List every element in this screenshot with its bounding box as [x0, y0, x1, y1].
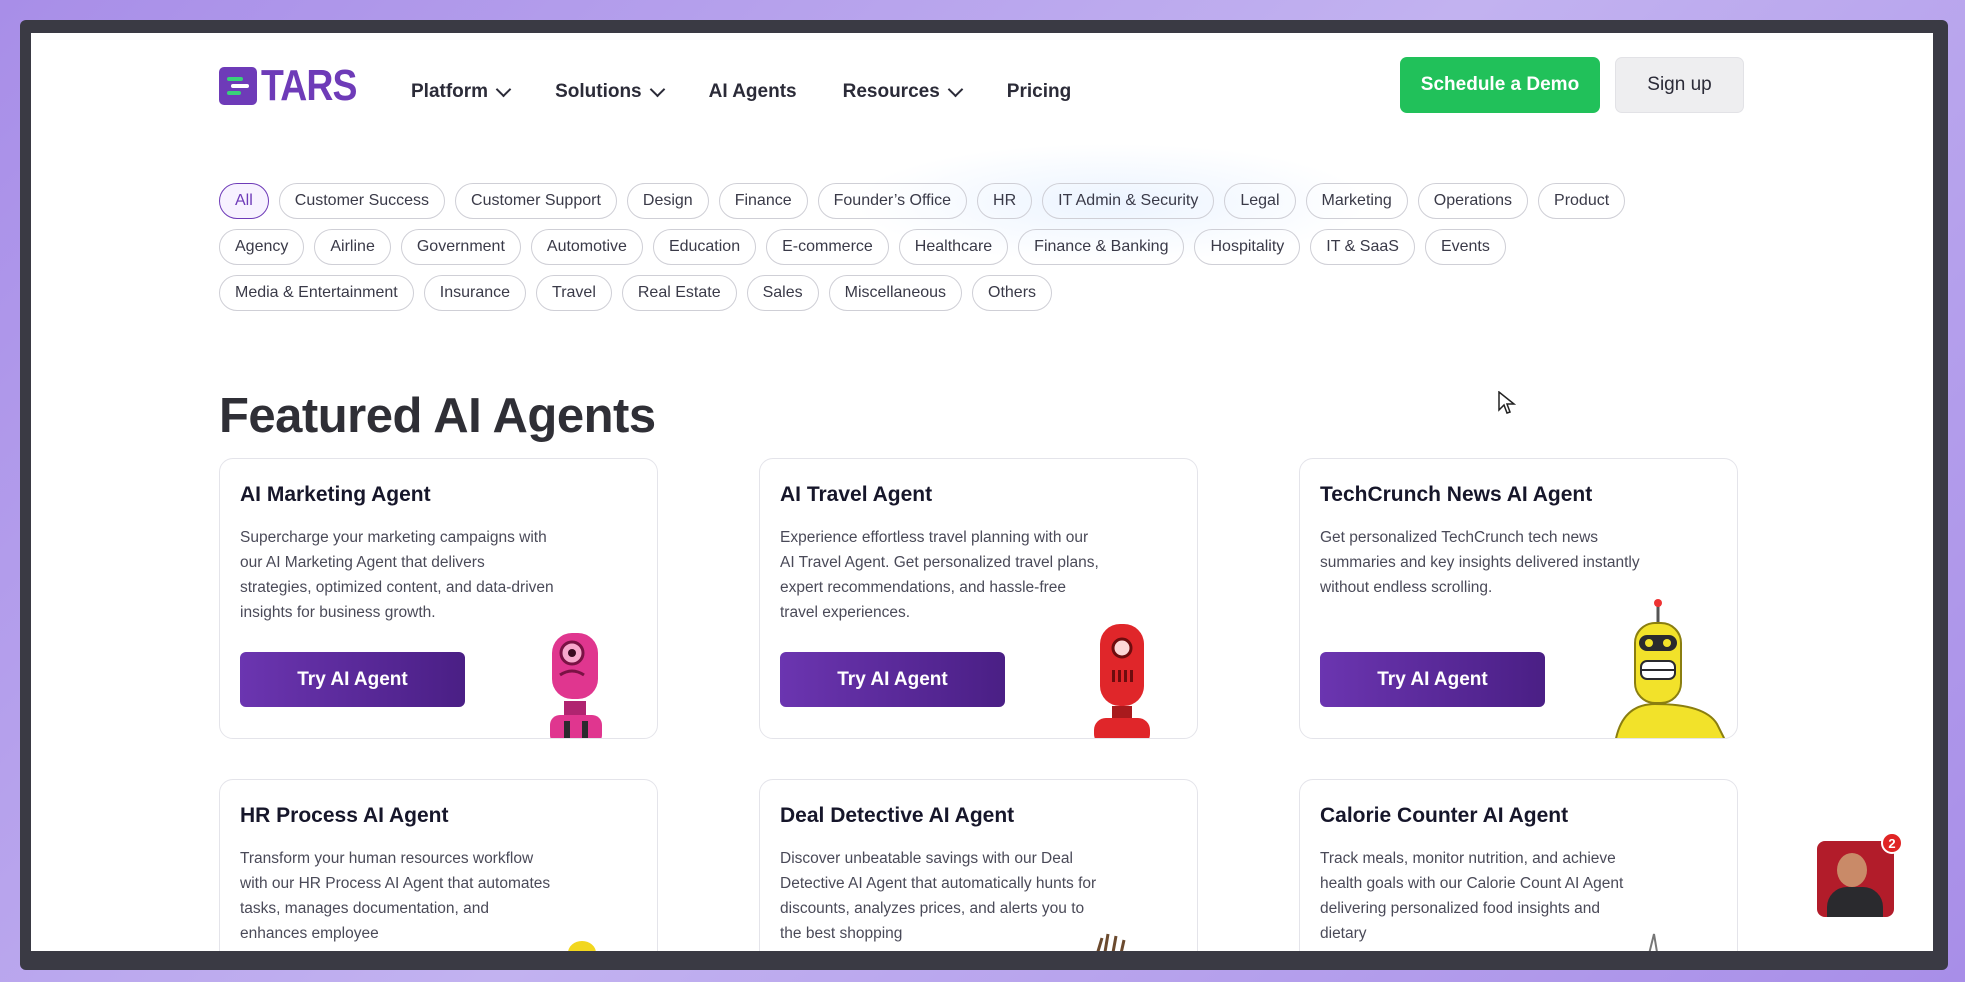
- filter-chip[interactable]: Founder’s Office: [817, 183, 968, 219]
- agent-card[interactable]: TechCrunch News AI Agent Get personalize…: [1299, 458, 1738, 739]
- yellow-robot-icon: [1615, 599, 1726, 738]
- filter-chip[interactable]: Agency: [219, 229, 305, 265]
- schedule-demo-button[interactable]: Schedule a Demo: [1400, 57, 1600, 113]
- brand-name: TARS: [261, 61, 357, 110]
- filter-chip[interactable]: HR: [977, 183, 1033, 219]
- filter-chip[interactable]: Customer Success: [278, 183, 446, 219]
- filter-chip[interactable]: Marketing: [1305, 183, 1408, 219]
- card-description: Transform your human resources workflow …: [240, 850, 551, 942]
- card-description: Track meals, monitor nutrition, and achi…: [1320, 850, 1624, 942]
- filter-chip[interactable]: Customer Support: [455, 183, 617, 219]
- filter-chip[interactable]: Airline: [314, 229, 391, 265]
- avatar-body: [1827, 887, 1883, 917]
- filter-row: Media & Entertainment Insurance Travel R…: [219, 275, 1749, 311]
- mouse-cursor-icon: [1498, 391, 1516, 414]
- agent-card[interactable]: Deal Detective AI Agent Discover unbeata…: [759, 779, 1198, 951]
- brown-robot-icon: [1096, 933, 1126, 951]
- filter-chip[interactable]: Media & Entertainment: [219, 275, 414, 311]
- card-title: Deal Detective AI Agent: [780, 804, 1015, 827]
- card-title: HR Process AI Agent: [240, 804, 449, 827]
- card-title: TechCrunch News AI Agent: [1320, 483, 1593, 506]
- nav-label: Pricing: [1006, 81, 1072, 102]
- nav-label: Platform: [411, 81, 489, 102]
- filter-chip[interactable]: Product: [1538, 183, 1626, 219]
- nav-label: Resources: [842, 81, 940, 102]
- nav-label: Solutions: [555, 81, 642, 102]
- chevron-down-icon: [495, 81, 512, 97]
- agent-card[interactable]: Calorie Counter AI Agent Track meals, mo…: [1299, 779, 1738, 951]
- page: TARS Platform Solutions AI Agents Resour…: [31, 33, 1933, 951]
- try-ai-agent-button[interactable]: Try AI Agent: [240, 652, 465, 707]
- card-description: Supercharge your marketing campaigns wit…: [240, 529, 554, 621]
- filter-row: Agency Airline Government Automotive Edu…: [219, 229, 1749, 265]
- card-description: Discover unbeatable savings with our Dea…: [780, 850, 1097, 942]
- nav-solutions[interactable]: Solutions: [555, 81, 665, 103]
- tars-logo[interactable]: TARS: [219, 64, 374, 108]
- filter-row: All Customer Success Customer Support De…: [219, 183, 1749, 219]
- grey-robot-icon: [1648, 933, 1658, 951]
- card-description: Experience effortless travel planning wi…: [780, 529, 1099, 621]
- filter-chip[interactable]: Healthcare: [898, 229, 1009, 265]
- nav-ai-agents[interactable]: AI Agents: [709, 81, 797, 103]
- filter-chip[interactable]: E-commerce: [766, 229, 889, 265]
- filter-chip[interactable]: Hospitality: [1194, 229, 1301, 265]
- section-title: Featured AI Agents: [219, 389, 656, 443]
- main-nav: Platform Solutions AI Agents Resources P…: [411, 81, 1117, 103]
- chevron-down-icon: [947, 81, 964, 97]
- tars-logo-icon: [219, 67, 257, 105]
- card-title: AI Marketing Agent: [240, 483, 431, 506]
- filter-chip-all[interactable]: All: [219, 183, 269, 219]
- filter-chip[interactable]: IT & SaaS: [1310, 229, 1415, 265]
- filter-chip[interactable]: Sales: [746, 275, 819, 311]
- chat-widget-button[interactable]: [1817, 841, 1894, 917]
- nav-platform[interactable]: Platform: [411, 81, 512, 103]
- filter-chip[interactable]: Finance: [718, 183, 808, 219]
- card-title: Calorie Counter AI Agent: [1320, 804, 1569, 827]
- yellow-robot-icon: [568, 941, 596, 951]
- filter-chip[interactable]: Government: [400, 229, 521, 265]
- filter-chip[interactable]: Real Estate: [621, 275, 737, 311]
- avatar-face: [1837, 853, 1867, 887]
- agent-card[interactable]: HR Process AI Agent Transform your human…: [219, 779, 658, 951]
- filter-chip[interactable]: Insurance: [423, 275, 527, 311]
- filter-chip[interactable]: Design: [626, 183, 709, 219]
- filter-chip[interactable]: Legal: [1224, 183, 1296, 219]
- filter-chip[interactable]: Operations: [1417, 183, 1529, 219]
- sign-up-button[interactable]: Sign up: [1615, 57, 1744, 113]
- nav-pricing[interactable]: Pricing: [1007, 81, 1071, 103]
- filter-chip[interactable]: Miscellaneous: [828, 275, 963, 311]
- filter-chip[interactable]: Education: [652, 229, 757, 265]
- nav-label: AI Agents: [708, 81, 797, 102]
- filter-chip[interactable]: Automotive: [530, 229, 643, 265]
- card-description: Get personalized TechCrunch tech news su…: [1320, 529, 1640, 596]
- pink-robot-icon: [550, 633, 602, 738]
- agent-card[interactable]: AI Marketing Agent Supercharge your mark…: [219, 458, 658, 739]
- agent-card[interactable]: AI Travel Agent Experience effortless tr…: [759, 458, 1198, 739]
- nav-resources[interactable]: Resources: [842, 81, 964, 103]
- filter-chip[interactable]: Others: [972, 275, 1053, 311]
- filter-chip[interactable]: Travel: [536, 275, 612, 311]
- try-ai-agent-button[interactable]: Try AI Agent: [780, 652, 1005, 707]
- chevron-down-icon: [649, 81, 665, 97]
- notification-badge: 2: [1881, 832, 1903, 854]
- filter-chip[interactable]: Events: [1424, 229, 1506, 265]
- red-robot-icon: [1094, 624, 1150, 738]
- try-ai-agent-button[interactable]: Try AI Agent: [1320, 652, 1545, 707]
- filter-chip[interactable]: Finance & Banking: [1018, 229, 1185, 265]
- filter-chip[interactable]: IT Admin & Security: [1042, 183, 1215, 219]
- category-filters: All Customer Success Customer Support De…: [219, 183, 1749, 321]
- card-title: AI Travel Agent: [780, 483, 933, 506]
